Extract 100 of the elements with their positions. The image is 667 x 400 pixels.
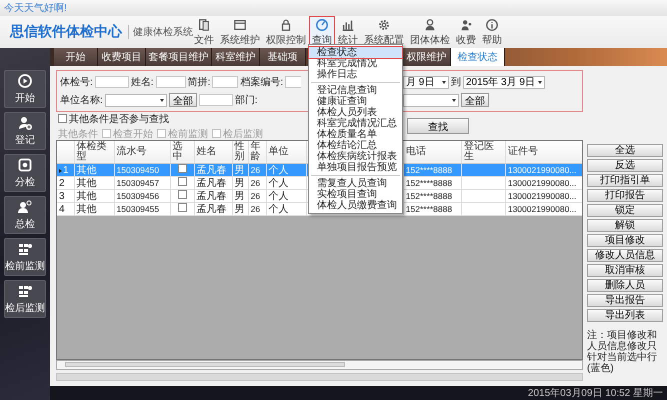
action-button[interactable]: 项目修改 [587,234,663,247]
table-cell: 26 [250,204,260,214]
app-subtitle: 健康体检系统 [128,25,191,39]
table-cell: 男 [234,178,245,188]
sidebar-button[interactable]: 登记 [4,112,46,150]
input-field[interactable] [156,76,186,88]
table-cell: 孟凡春 [196,164,227,176]
checkbox[interactable] [178,190,187,199]
action-button[interactable]: 打印报告 [587,189,663,202]
menu-item[interactable]: 检查状态 [309,47,402,58]
action-button[interactable]: 导出列表 [587,309,663,322]
menu-item[interactable]: 登记信息查询 [309,85,402,96]
menu-item[interactable]: 体检疾病统计报表 [309,151,402,162]
menu-item[interactable]: 健康证查询 [309,96,402,107]
scrollbar-thumb[interactable] [65,362,345,367]
toolbar-button[interactable]: 系统维护 [217,16,263,48]
checkbox[interactable] [178,203,187,212]
action-button[interactable]: 反选 [587,159,663,172]
column-header[interactable]: 姓名 [194,141,232,164]
table-cell: 孟凡春 [196,204,227,214]
toolbar-button[interactable]: 团体体检 [407,16,453,48]
input-field[interactable] [285,76,302,88]
sidebar-button[interactable]: 总检 [4,196,46,234]
field-label: 档案编号: [240,76,284,89]
grid-icon [17,241,33,257]
sidebar-button[interactable]: 检后监测 [4,280,46,318]
input-field[interactable] [198,94,233,106]
table-cell: 152****8888 [406,204,452,214]
dropdown[interactable] [403,94,459,106]
dropdown[interactable]: 月 9日 [403,76,449,88]
app-logo-text: 思信软件体检中心 [10,23,124,41]
caret-icon [442,80,446,84]
action-button[interactable]: 修改人员信息 [587,249,663,262]
action-button[interactable]: 解锁 [587,219,663,232]
table-cell: 150309450 [116,164,160,174]
table-cell: 男 [234,190,245,202]
dropdown[interactable]: 2015年 3月 9日 [463,76,545,88]
table-cell: 孟凡春 [196,178,227,188]
column-header[interactable]: 单位 [266,141,306,164]
column-header[interactable]: 登记医生 [461,141,506,164]
sidebar-button[interactable]: 开始 [4,70,46,108]
table-cell: 男 [234,204,245,214]
dropdown[interactable] [104,94,167,106]
action-button[interactable]: 取消审核 [587,264,663,277]
menu-item[interactable]: 体检人员列表 [309,107,402,118]
sidebar-button[interactable]: 分检 [4,154,46,192]
input-field[interactable] [212,76,238,88]
column-header[interactable]: 体检类型 [74,141,114,164]
checkbox-label: 其他条件是否参与查找 [69,112,169,126]
column-header[interactable]: 年龄 [248,141,266,164]
column-header[interactable]: 流水号 [114,141,170,164]
tab[interactable]: 科室维护 [212,48,260,66]
field-label: 单位名称: [60,94,103,107]
tab[interactable]: 检查状态 [451,48,505,66]
action-button[interactable]: 导出报告 [587,294,663,307]
menu-item[interactable]: 科室完成情况汇总 [309,118,402,129]
tab[interactable]: 权限维护 [403,48,451,66]
toolbar-button[interactable]: 统计 [335,16,361,48]
checkbox[interactable] [178,177,187,186]
checkbox[interactable] [58,114,67,123]
table-cell: 其他 [76,164,97,176]
person-icon [459,18,473,32]
horizontal-scrollbar[interactable] [56,360,583,370]
search-button[interactable]: 查找 [407,118,469,134]
person-add-icon [17,115,33,131]
action-button[interactable]: 删除人员 [587,279,663,292]
bar-chart-icon [341,18,355,32]
person-icon [17,199,33,215]
table-cell: 26 [250,190,260,200]
menu-item[interactable]: 需复查人员查询 [309,178,402,189]
column-header[interactable]: 性别 [232,141,248,164]
button[interactable]: 全部 [461,93,489,107]
action-button[interactable]: 打印指引单 [587,174,663,187]
tab[interactable]: 套餐项目维护 [146,48,212,66]
group-label: 其他条件 [58,128,98,140]
column-header[interactable]: 电话 [403,141,462,164]
menu-item[interactable]: 体检人员缴费查询 [309,200,402,211]
menu-item[interactable]: 体检结论汇总 [309,140,402,151]
toolbar-button[interactable]: 帮助 [479,16,505,48]
tab[interactable]: 开始 [54,48,98,66]
tab[interactable]: 基础项 [260,48,306,66]
menu-item[interactable]: 实检项目查询 [309,189,402,200]
toolbar-button[interactable]: 权限控制 [263,16,309,48]
table-cell: 1300021990080... [508,178,576,188]
action-button[interactable]: 全选 [587,144,663,157]
table-cell: 152****8888 [406,178,452,188]
tab[interactable]: 收费项目 [98,48,146,66]
menu-item[interactable]: 体检质量名单 [309,129,402,140]
action-button[interactable]: 锁定 [587,204,663,217]
column-header[interactable]: 证件号 [505,141,582,164]
menu-item[interactable]: 操作日志 [309,69,402,80]
toolbar-button[interactable]: 系统配置 [361,16,407,48]
column-header[interactable]: 选中 [170,141,194,164]
input-field[interactable] [94,76,129,88]
toolbar-button[interactable]: 收费 [453,16,479,48]
sidebar-button[interactable]: 检前监测 [4,238,46,276]
checkbox[interactable] [178,164,187,173]
menu-item[interactable]: 单独项目报告预览 [309,162,402,173]
field-label: 简拼: [188,76,210,89]
button[interactable]: 全部 [168,93,197,107]
